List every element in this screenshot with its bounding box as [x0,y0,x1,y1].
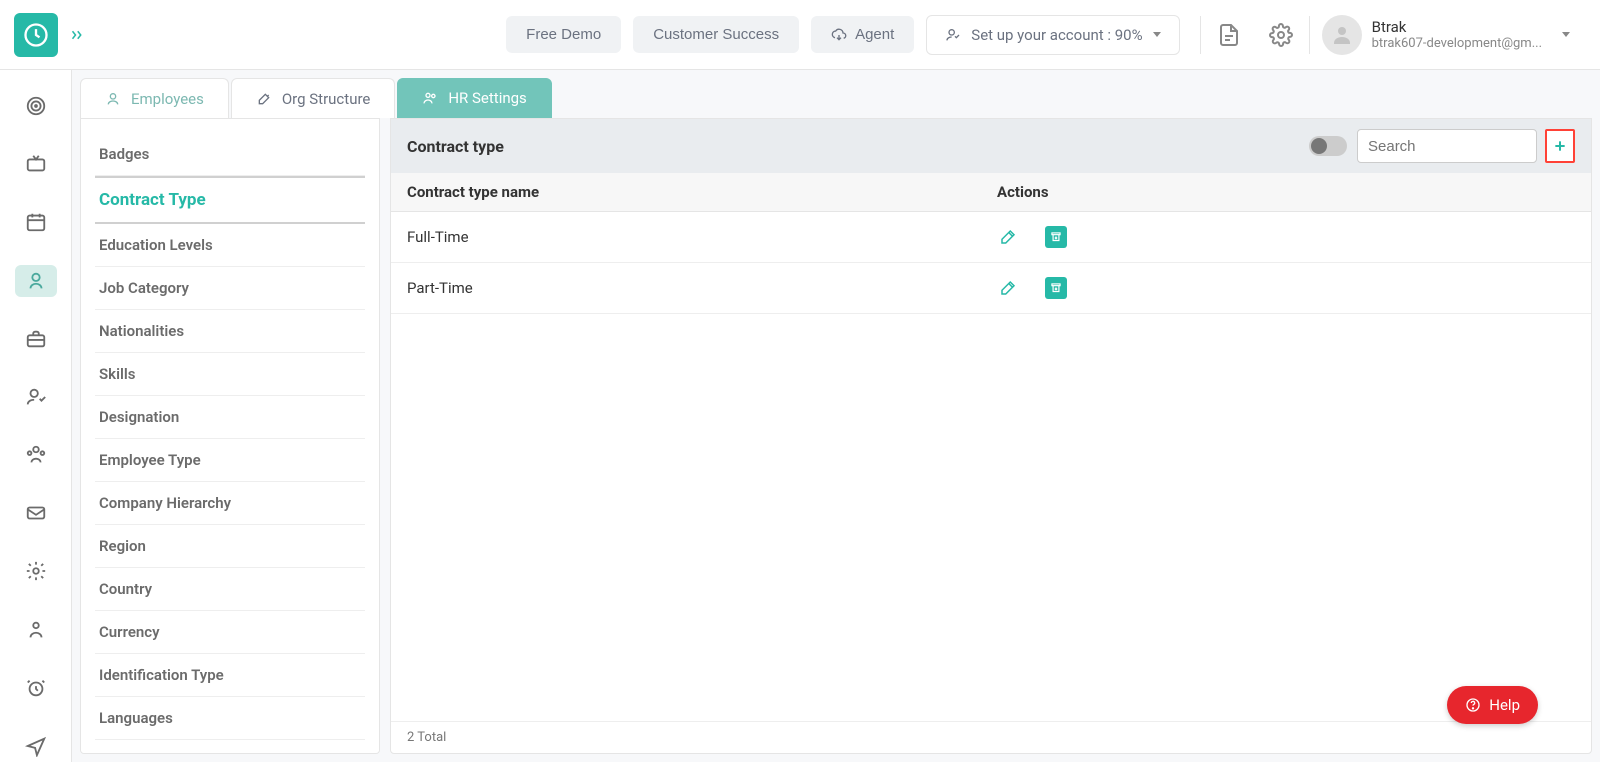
add-button[interactable] [1545,129,1575,163]
table-rows: Full-Time Part-Time [391,212,1591,721]
settings-item-region[interactable]: Region [95,525,365,568]
cloud-download-icon [831,27,847,43]
rail-alarm-icon[interactable] [15,672,57,704]
settings-item-currency[interactable]: Currency [95,611,365,654]
toggle-knob [1311,138,1327,154]
settings-item-designation[interactable]: Designation [95,396,365,439]
expand-sidebar-icon[interactable] [68,26,86,44]
free-demo-button[interactable]: Free Demo [506,16,621,53]
tab-hr-settings-label: HR Settings [448,89,526,107]
table-row: Full-Time [391,212,1591,263]
rail-user-check-icon[interactable] [15,381,57,413]
settings-item-identification-type[interactable]: Identification Type [95,654,365,697]
rail-calendar-icon[interactable] [15,206,57,238]
tab-employees-label: Employees [131,90,204,108]
cell-name: Part-Time [407,279,997,297]
setup-account-button[interactable]: Set up your account : 90% [926,15,1179,55]
settings-item-company-hierarchy[interactable]: Company Hierarchy [95,482,365,525]
settings-item-languages[interactable]: Languages [95,697,365,740]
settings-sidebar: BadgesContract TypeEducation LevelsJob C… [80,118,380,754]
plus-icon [1552,138,1568,154]
detail-title: Contract type [407,137,504,156]
avatar[interactable] [1322,15,1362,55]
setup-text: Set up your account : 90% [971,26,1142,44]
help-label: Help [1489,696,1520,714]
settings-item-contract-type[interactable]: Contract Type [95,176,365,224]
tab-hr-settings[interactable]: HR Settings [397,78,551,118]
user-name: Btrak [1372,18,1542,36]
tab-employees[interactable]: Employees [80,78,229,118]
rail-mail-icon[interactable] [15,497,57,529]
divider [1309,16,1310,54]
table-header: Contract type name Actions [391,173,1591,212]
caret-down-icon [1153,32,1161,37]
left-rail [0,70,72,762]
rail-gear-icon[interactable] [15,555,57,587]
user-icon [105,91,121,107]
settings-item-skills[interactable]: Skills [95,353,365,396]
tab-org-structure-label: Org Structure [282,90,371,108]
search-input[interactable] [1357,129,1537,163]
settings-item-badges[interactable]: Badges [95,133,365,176]
settings-item-nationalities[interactable]: Nationalities [95,310,365,353]
agent-label: Agent [855,26,894,43]
archive-icon[interactable] [1045,226,1067,248]
rail-location-icon[interactable] [15,730,57,762]
settings-item-education-levels[interactable]: Education Levels [95,224,365,267]
settings-gear-icon[interactable] [1269,23,1293,47]
user-block[interactable]: Btrak btrak607-development@gm... [1372,18,1542,51]
agent-button[interactable]: Agent [811,16,914,53]
archived-toggle[interactable] [1309,136,1347,156]
detail-panel: Contract type Contract type name Actions… [390,118,1592,754]
detail-footer: 2 Total [391,721,1591,753]
settings-item-employee-type[interactable]: Employee Type [95,439,365,482]
settings-item-country[interactable]: Country [95,568,365,611]
user-email: btrak607-development@gm... [1372,36,1542,51]
tab-org-structure[interactable]: Org Structure [231,78,396,118]
settings-item-job-category[interactable]: Job Category [95,267,365,310]
col-actions-header: Actions [997,183,1575,201]
tools-icon [256,91,272,107]
rail-briefcase-icon[interactable] [15,323,57,355]
detail-header: Contract type [391,119,1591,173]
topbar: Free Demo Customer Success Agent Set up … [0,0,1600,70]
settings-item-pay-frequency[interactable]: Pay Frequency [95,740,365,754]
table-row: Part-Time [391,263,1591,314]
edit-icon[interactable] [997,277,1019,299]
col-name-header: Contract type name [407,183,997,201]
rail-tv-icon[interactable] [15,148,57,180]
rail-hr-icon[interactable] [15,265,57,297]
document-icon[interactable] [1217,23,1241,47]
help-button[interactable]: Help [1447,686,1538,724]
user-caret-icon[interactable] [1562,32,1570,37]
logo[interactable] [14,13,58,57]
rail-profile-icon[interactable] [15,614,57,646]
user-check-icon [945,27,961,43]
archive-icon[interactable] [1045,277,1067,299]
help-icon [1465,697,1481,713]
people-icon [422,90,438,106]
cell-name: Full-Time [407,228,997,246]
rail-team-icon[interactable] [15,439,57,471]
tabs: Employees Org Structure HR Settings [72,70,1600,118]
edit-icon[interactable] [997,226,1019,248]
customer-success-button[interactable]: Customer Success [633,16,799,53]
divider [1200,16,1201,54]
rail-dashboard-icon[interactable] [15,90,57,122]
